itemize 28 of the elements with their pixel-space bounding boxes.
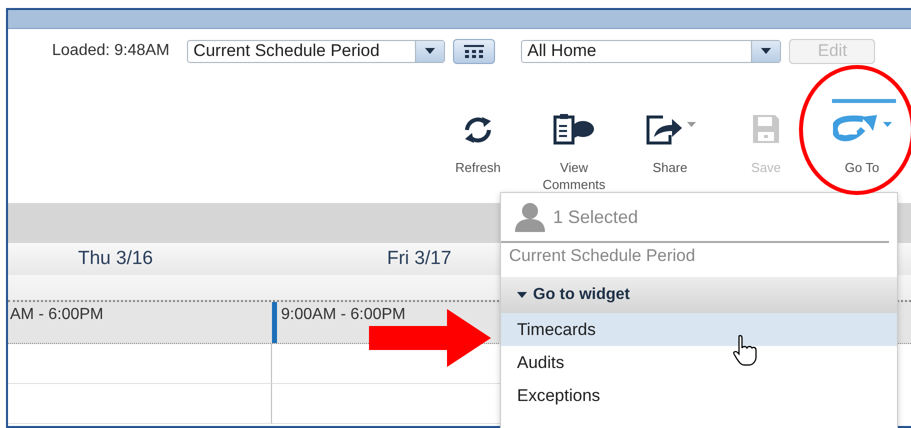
grid-icon bbox=[464, 44, 484, 58]
day-label: Fri 3/17 bbox=[387, 248, 452, 270]
calendar-button[interactable] bbox=[453, 38, 496, 64]
menu-item[interactable]: Audits bbox=[501, 346, 897, 379]
shift-time[interactable]: 9:00AM - 6:00PM bbox=[281, 306, 406, 323]
caret-icon bbox=[761, 48, 772, 54]
section-header[interactable]: Go to widget bbox=[501, 277, 897, 313]
share-button[interactable]: Share bbox=[622, 73, 718, 193]
menu-item[interactable]: Exceptions bbox=[501, 379, 897, 412]
save-icon bbox=[751, 113, 781, 145]
loaded-time: Loaded: 9:48AM bbox=[52, 42, 170, 60]
user-icon bbox=[513, 202, 547, 232]
selection-count: 1 Selected bbox=[553, 206, 638, 228]
shift-time[interactable]: AM - 6:00PM bbox=[10, 306, 104, 323]
menu-item[interactable]: Timecards bbox=[501, 313, 897, 346]
caret-icon bbox=[425, 48, 436, 54]
caret-icon bbox=[517, 292, 527, 298]
caret-icon bbox=[686, 122, 696, 127]
hand-cursor-icon bbox=[733, 334, 759, 366]
location-select[interactable]: All Home bbox=[521, 40, 782, 62]
refresh-button[interactable]: Refresh bbox=[430, 73, 526, 193]
day-label: Thu 3/16 bbox=[78, 248, 153, 270]
comments-icon bbox=[553, 113, 595, 145]
period-label: Current Schedule Period bbox=[508, 245, 696, 267]
caret-icon bbox=[882, 122, 892, 127]
period-select[interactable]: Current Schedule Period bbox=[187, 40, 446, 62]
share-icon bbox=[644, 113, 682, 145]
comments-button[interactable]: View Comments bbox=[526, 73, 622, 193]
